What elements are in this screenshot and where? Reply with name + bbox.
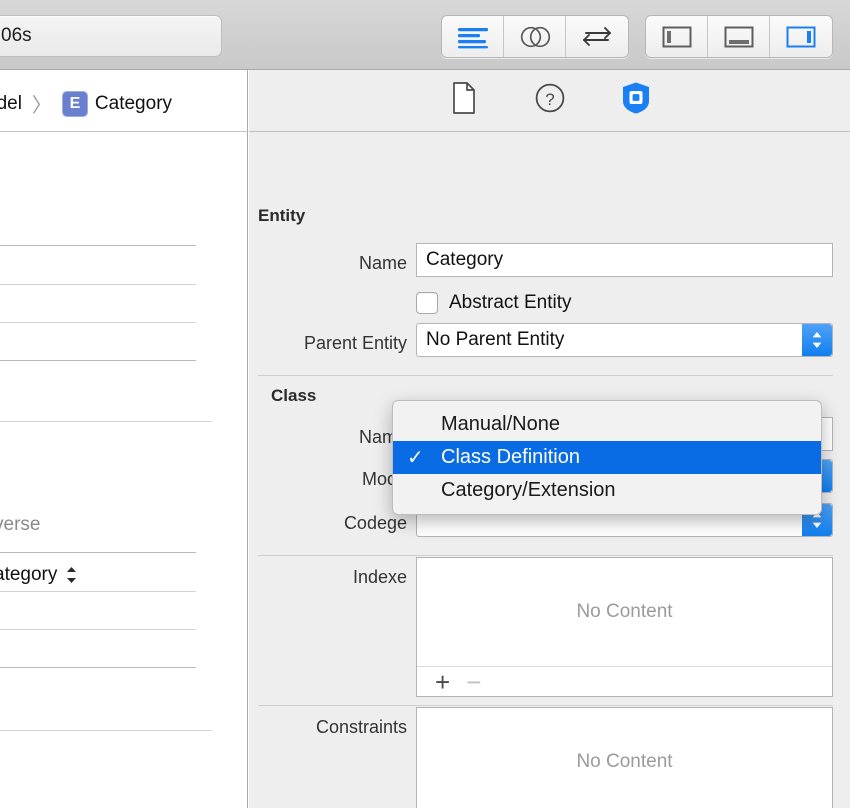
section-divider <box>258 555 833 556</box>
breadcrumb-entity-label[interactable]: Category <box>95 93 172 115</box>
menu-item-label: Manual/None <box>441 413 560 435</box>
indexes-empty-text: No Content <box>576 601 673 622</box>
chevron-up-down-icon <box>65 565 78 585</box>
menu-item-class-definition[interactable]: ✓ Class Definition <box>393 441 821 474</box>
table-column-header-inverse: verse <box>0 514 41 535</box>
bottom-panel-icon <box>723 25 755 49</box>
table-row-separator <box>0 360 196 361</box>
svg-text:?: ? <box>545 90 554 109</box>
xcode-data-model-editor: 06s del 〉 E Category erse ategory ? Enti… <box>0 0 850 808</box>
data-model-icon <box>620 81 652 120</box>
section-divider <box>258 705 833 706</box>
tab-quick-help-inspector[interactable]: ? <box>528 81 572 121</box>
entity-table-editor: verse ategory <box>0 132 248 808</box>
standard-editor-button[interactable] <box>442 16 504 57</box>
toggle-navigator-button[interactable] <box>646 16 708 57</box>
remove-index-button[interactable]: − <box>466 669 481 695</box>
entity-name-label: Name <box>358 253 407 273</box>
editor-mode-segmented-control <box>441 15 629 58</box>
question-circle-icon: ? <box>534 82 566 119</box>
window-toolbar: 06s <box>0 0 850 70</box>
lines-icon <box>456 25 490 49</box>
breadcrumb: odel 〉 E Category <box>0 89 172 118</box>
jump-bar: odel 〉 E Category <box>0 70 248 132</box>
document-icon <box>451 82 477 119</box>
inverse-popup-value: ategory <box>0 564 58 585</box>
parent-entity-label: Parent Entity <box>303 333 407 353</box>
tab-data-model-inspector[interactable] <box>614 81 658 121</box>
right-panel-icon <box>785 25 817 49</box>
entity-badge-icon: E <box>61 90 88 117</box>
tab-file-inspector[interactable] <box>442 81 486 121</box>
table-row-separator <box>0 421 212 422</box>
abstract-entity-checkbox[interactable] <box>416 292 438 314</box>
table-row-separator <box>0 284 196 285</box>
class-codegen-label: Codege <box>343 513 407 533</box>
assistant-editor-button[interactable] <box>504 16 566 57</box>
inverse-popup-cell[interactable]: ategory <box>0 564 78 586</box>
codegen-dropdown-menu[interactable]: Manual/None ✓ Class Definition Category/… <box>392 400 822 515</box>
parent-entity-popup[interactable]: No Parent Entity <box>416 323 833 357</box>
toggle-inspector-button[interactable] <box>770 16 832 57</box>
class-section-title: Class <box>271 386 317 405</box>
section-divider <box>258 375 833 376</box>
table-row-separator <box>0 245 196 246</box>
table-row-separator <box>0 552 196 553</box>
checkmark-icon: ✓ <box>407 447 424 469</box>
constraints-listbox[interactable]: No Content + − <box>416 707 833 808</box>
popup-arrow-icon <box>802 324 832 356</box>
panel-toggles-segmented-control <box>645 15 833 58</box>
left-panel-icon <box>661 25 693 49</box>
menu-item-category-extension[interactable]: Category/Extension <box>393 474 821 507</box>
entity-name-input[interactable]: Category <box>416 243 833 277</box>
indexes-listbox-footer: + − <box>417 666 832 696</box>
table-row-separator <box>0 667 196 668</box>
inspector-tab-bar: ? <box>249 70 850 132</box>
abstract-entity-label: Abstract Entity <box>449 292 572 313</box>
venn-circles-icon <box>518 24 552 50</box>
abstract-entity-row[interactable]: Abstract Entity <box>416 292 572 314</box>
indexes-listbox[interactable]: No Content + − <box>416 557 833 697</box>
chevron-right-icon: 〉 <box>31 95 52 117</box>
activity-status-text: 06s <box>1 25 32 46</box>
menu-item-label: Category/Extension <box>441 479 616 501</box>
indexes-label: Indexe <box>352 567 407 587</box>
entity-section-title: Entity <box>258 206 306 225</box>
menu-item-label: Class Definition <box>441 446 580 468</box>
constraints-empty-text: No Content <box>576 751 673 772</box>
add-index-button[interactable]: + <box>435 669 450 695</box>
table-row-separator <box>0 730 212 731</box>
table-row-separator <box>0 591 196 592</box>
arrows-swap-icon <box>580 24 614 50</box>
table-row-separator <box>0 629 196 630</box>
constraints-label: Constraints <box>315 717 407 737</box>
menu-item-manual-none[interactable]: Manual/None <box>393 408 821 441</box>
breadcrumb-prev-label[interactable]: odel <box>0 93 22 115</box>
parent-entity-value: No Parent Entity <box>426 329 565 350</box>
activity-status-field[interactable]: 06s <box>0 15 222 57</box>
table-row-separator <box>0 322 196 323</box>
version-editor-button[interactable] <box>566 16 628 57</box>
toggle-debug-area-button[interactable] <box>708 16 770 57</box>
